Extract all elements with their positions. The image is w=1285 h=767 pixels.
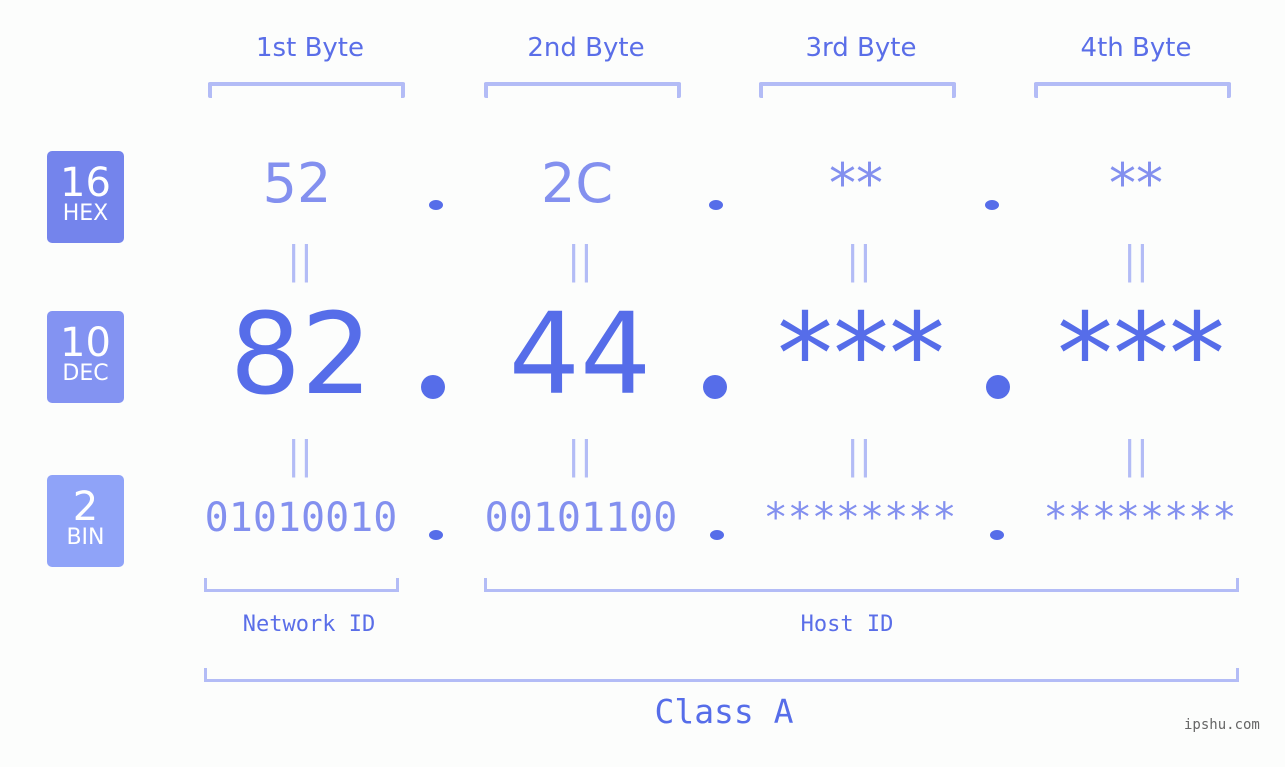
- byte-bracket-4: [1034, 82, 1231, 98]
- hex-base-number: 16: [60, 160, 111, 206]
- dec-byte-2: 44: [508, 290, 652, 420]
- column-header-3rd-byte: 3rd Byte: [805, 33, 917, 63]
- bin-dot-1: [429, 530, 443, 540]
- dec-dot-1: [421, 375, 445, 399]
- bin-byte-3: ********: [763, 495, 957, 541]
- bin-dot-3: [990, 530, 1004, 540]
- dec-base-number: 10: [60, 320, 111, 366]
- bin-dot-2: [710, 530, 724, 540]
- dec-base-label: DEC: [62, 361, 109, 386]
- dec-byte-3: ***: [777, 290, 945, 420]
- column-header-4th-byte: 4th Byte: [1080, 33, 1192, 63]
- hex-byte-4: **: [1109, 152, 1163, 215]
- hex-badge: 16 HEX: [47, 151, 124, 243]
- host-id-bracket: [484, 578, 1239, 592]
- network-id-bracket: [204, 578, 399, 592]
- equals-sign: ||: [287, 238, 313, 282]
- equals-sign: ||: [1123, 433, 1149, 477]
- bin-byte-2: 00101100: [484, 495, 678, 541]
- dec-dot-3: [986, 375, 1010, 399]
- dec-byte-4: ***: [1057, 290, 1225, 420]
- equals-sign: ||: [846, 238, 872, 282]
- hex-byte-3: **: [829, 152, 883, 215]
- class-bracket: [204, 668, 1239, 682]
- column-header-2nd-byte: 2nd Byte: [527, 33, 645, 63]
- hex-dot-3: [985, 200, 999, 210]
- column-header-1st-byte: 1st Byte: [256, 33, 364, 63]
- equals-sign: ||: [287, 433, 313, 477]
- hex-byte-1: 52: [262, 152, 332, 215]
- bin-byte-4: ********: [1043, 495, 1237, 541]
- equals-sign: ||: [1123, 238, 1149, 282]
- watermark: ipshu.com: [1184, 717, 1260, 733]
- hex-base-label: HEX: [62, 201, 109, 226]
- dec-dot-2: [703, 375, 727, 399]
- dec-byte-1: 82: [229, 290, 373, 420]
- hex-byte-2: 2C: [540, 152, 614, 215]
- bin-byte-1: 01010010: [204, 495, 398, 541]
- hex-dot-2: [709, 200, 723, 210]
- hex-dot-1: [429, 200, 443, 210]
- host-id-label: Host ID: [800, 612, 894, 637]
- equals-sign: ||: [567, 433, 593, 477]
- bin-base-number: 2: [72, 484, 99, 530]
- equals-sign: ||: [846, 433, 872, 477]
- byte-bracket-1: [208, 82, 405, 98]
- bin-base-label: BIN: [66, 525, 105, 550]
- byte-bracket-2: [484, 82, 681, 98]
- equals-sign: ||: [567, 238, 593, 282]
- network-id-label: Network ID: [242, 612, 376, 637]
- dec-badge: 10 DEC: [47, 311, 124, 403]
- bin-badge: 2 BIN: [47, 475, 124, 567]
- byte-bracket-3: [759, 82, 956, 98]
- class-label: Class A: [654, 692, 794, 731]
